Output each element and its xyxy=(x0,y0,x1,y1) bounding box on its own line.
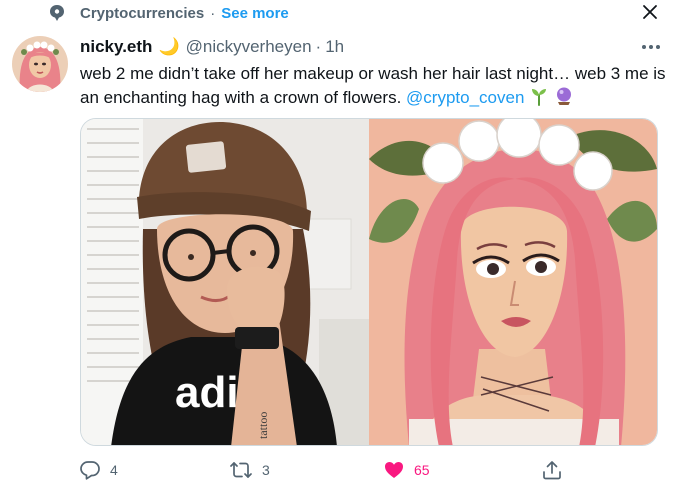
heart-icon xyxy=(385,462,403,478)
tweet-body: web 2 me didn’t take off her makeup or w… xyxy=(80,64,666,107)
tweet-header: nicky.eth 🌙 @nickyverheyen · 1h xyxy=(80,36,660,58)
handle-separator: · xyxy=(315,37,322,56)
share-icon xyxy=(543,461,561,480)
tweet-actions: 4 3 65 xyxy=(80,455,580,485)
shirt-logo-text: adi xyxy=(175,368,239,417)
close-button[interactable] xyxy=(640,2,660,22)
moon-icon: 🌙 xyxy=(158,37,180,56)
topic-context-row: Cryptocurrencies · See more xyxy=(48,0,289,26)
retweet-icon xyxy=(230,462,252,478)
more-options-button[interactable] xyxy=(642,36,660,58)
tweet-text: web 2 me didn’t take off her makeup or w… xyxy=(80,62,670,113)
more-dot-icon xyxy=(642,45,646,49)
crystal-ball-icon xyxy=(554,86,574,113)
user-handle[interactable]: @nickyverheyen xyxy=(186,37,312,57)
like-count: 65 xyxy=(414,462,430,478)
display-name[interactable]: nicky.eth xyxy=(80,37,152,57)
mention-link[interactable]: @crypto_coven xyxy=(406,88,524,107)
see-more-link[interactable]: See more xyxy=(221,5,289,22)
retweet-count: 3 xyxy=(262,462,270,478)
topic-name[interactable]: Cryptocurrencies xyxy=(80,5,204,22)
close-icon xyxy=(643,5,657,19)
tweet-time[interactable]: 1h xyxy=(325,37,344,57)
avatar[interactable] xyxy=(12,36,68,92)
topic-separator: · xyxy=(210,4,216,22)
share-button[interactable] xyxy=(542,455,562,485)
reply-button[interactable]: 4 xyxy=(80,455,118,485)
reply-count: 4 xyxy=(110,462,118,478)
like-button[interactable]: 65 xyxy=(384,455,430,485)
photo-selfie[interactable]: adi tattoo xyxy=(81,119,369,445)
more-dot-icon xyxy=(649,45,653,49)
photo-illustration[interactable] xyxy=(369,119,657,445)
seedling-icon xyxy=(529,86,549,113)
reply-icon xyxy=(80,461,100,480)
topic-icon xyxy=(48,4,66,22)
tweet-media[interactable]: adi tattoo xyxy=(80,118,658,446)
svg-text:tattoo: tattoo xyxy=(256,412,270,439)
more-dot-icon xyxy=(656,45,660,49)
retweet-button[interactable]: 3 xyxy=(230,455,270,485)
